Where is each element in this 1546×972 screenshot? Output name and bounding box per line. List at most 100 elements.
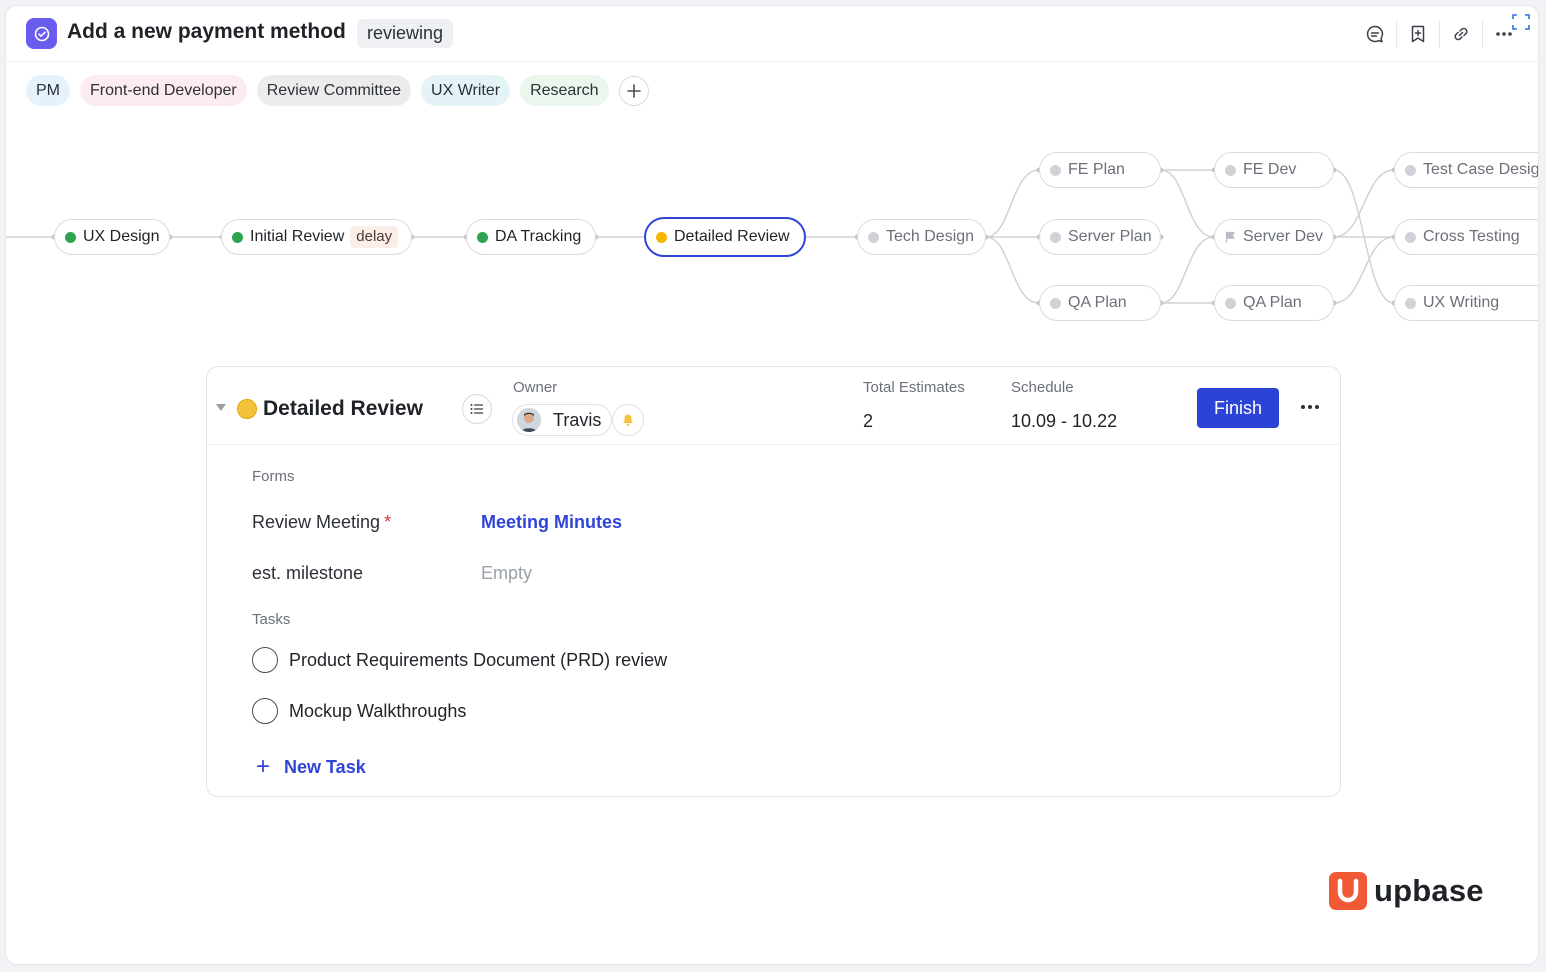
task-checkbox[interactable] bbox=[252, 698, 278, 724]
in-progress-status-dot bbox=[656, 231, 667, 243]
comment-icon[interactable] bbox=[1361, 20, 1389, 48]
header-bar: Add a new payment method reviewing bbox=[6, 6, 1538, 62]
upbase-logo: upbase bbox=[1329, 872, 1484, 910]
screenshot-icon[interactable] bbox=[1510, 11, 1532, 33]
pending-status-dot bbox=[1225, 164, 1236, 176]
divider bbox=[1482, 20, 1483, 48]
workflow-node-tech-design[interactable]: Tech Design bbox=[857, 219, 986, 255]
review-meeting-label: Review Meeting * bbox=[252, 512, 391, 533]
page-title: Add a new payment method bbox=[67, 20, 346, 43]
milestone-field[interactable]: Empty bbox=[481, 563, 532, 584]
node-label: UX Design bbox=[83, 228, 160, 245]
node-label: Server Dev bbox=[1243, 228, 1324, 245]
milestone-label: est. milestone bbox=[252, 563, 364, 583]
header-actions bbox=[1361, 20, 1518, 48]
schedule-value[interactable]: 10.09 - 10.22 bbox=[1011, 411, 1117, 432]
pending-status-dot bbox=[1225, 297, 1236, 309]
workflow-node-qa-plan[interactable]: QA Plan bbox=[1039, 285, 1161, 321]
task-item: Mockup Walkthroughs bbox=[252, 698, 466, 724]
pending-status-dot bbox=[1405, 297, 1416, 309]
stage-title: Detailed Review bbox=[263, 397, 423, 420]
divider bbox=[1396, 20, 1397, 48]
task-title[interactable]: Product Requirements Document (PRD) revi… bbox=[289, 650, 667, 671]
owner-label: Owner bbox=[513, 379, 558, 396]
owner-chip[interactable]: Travis bbox=[512, 404, 613, 436]
role-tag-pm[interactable]: PM bbox=[26, 75, 70, 106]
workflow-node-server-dev[interactable]: Server Dev bbox=[1214, 219, 1334, 255]
forms-section-label: Forms bbox=[252, 468, 295, 485]
workflow-node-server-plan[interactable]: Server Plan bbox=[1039, 219, 1161, 255]
task-title[interactable]: Mockup Walkthroughs bbox=[289, 701, 466, 722]
role-list: PM Front-end Developer Review Committee … bbox=[26, 75, 649, 106]
role-tag-ux-writer[interactable]: UX Writer bbox=[421, 75, 511, 106]
workflow-node-fe-dev[interactable]: FE Dev bbox=[1214, 152, 1334, 188]
card-header: Detailed Review Owner Travis Total Estim… bbox=[207, 367, 1340, 445]
avatar bbox=[517, 408, 541, 432]
workflow-node-ux-writing[interactable]: UX Writing bbox=[1394, 285, 1538, 321]
node-label: Tech Design bbox=[886, 228, 975, 245]
app-window: Add a new payment method reviewing PM Fr… bbox=[5, 5, 1539, 965]
done-status-dot bbox=[477, 231, 488, 243]
node-label: Cross Testing bbox=[1423, 228, 1520, 245]
node-label: Server Plan bbox=[1068, 228, 1152, 245]
role-tag-frontend[interactable]: Front-end Developer bbox=[80, 75, 247, 106]
workflow-node-initial-review[interactable]: Initial Review delay bbox=[221, 219, 412, 255]
status-badge[interactable]: reviewing bbox=[357, 19, 454, 48]
pending-status-dot bbox=[1050, 164, 1061, 176]
new-task-button[interactable]: + New Task bbox=[256, 755, 366, 779]
required-mark: * bbox=[384, 512, 392, 532]
workflow-node-detailed-review[interactable]: Detailed Review bbox=[644, 217, 806, 257]
node-label: FE Plan bbox=[1068, 161, 1125, 178]
task-checkbox[interactable] bbox=[252, 647, 278, 673]
tasks-section-label: Tasks bbox=[252, 611, 291, 628]
divider bbox=[1439, 20, 1440, 48]
link-icon[interactable] bbox=[1447, 20, 1475, 48]
pending-status-dot bbox=[1050, 297, 1061, 309]
node-label: QA Plan bbox=[1068, 294, 1127, 311]
estimates-label: Total Estimates bbox=[863, 379, 965, 396]
bookmark-icon[interactable] bbox=[1404, 20, 1432, 48]
node-label: Detailed Review bbox=[674, 228, 790, 245]
done-status-dot bbox=[232, 231, 243, 243]
role-tag-review-committee[interactable]: Review Committee bbox=[256, 75, 412, 106]
role-tag-research[interactable]: Research bbox=[520, 75, 609, 106]
notify-button[interactable] bbox=[612, 404, 644, 436]
list-icon bbox=[470, 404, 484, 414]
workflow-node-cross-testing[interactable]: Cross Testing bbox=[1394, 219, 1538, 255]
pending-status-dot bbox=[1405, 164, 1416, 176]
delay-tag: delay bbox=[350, 226, 399, 248]
meeting-minutes-link[interactable]: Meeting Minutes bbox=[481, 512, 622, 533]
plus-icon: + bbox=[256, 753, 271, 780]
flag-icon bbox=[1225, 231, 1236, 243]
node-label: QA Plan bbox=[1243, 294, 1302, 311]
workflow-node-ux-design[interactable]: UX Design bbox=[54, 219, 170, 255]
node-label: UX Writing bbox=[1423, 294, 1500, 311]
stage-detail-card: Detailed Review Owner Travis Total Estim… bbox=[206, 366, 1341, 797]
schedule-label: Schedule bbox=[1011, 379, 1074, 396]
card-more-icon[interactable] bbox=[1295, 397, 1325, 417]
workflow-node-test-case-design[interactable]: Test Case Desig bbox=[1394, 152, 1539, 188]
node-label: Initial Review bbox=[250, 228, 345, 245]
node-label: Test Case Desig bbox=[1423, 161, 1539, 178]
workflow-node-fe-plan[interactable]: FE Plan bbox=[1039, 152, 1161, 188]
pending-status-dot bbox=[1405, 231, 1416, 243]
new-task-label: New Task bbox=[284, 756, 366, 777]
in-progress-status-icon bbox=[237, 399, 257, 419]
estimates-value[interactable]: 2 bbox=[863, 411, 873, 432]
finish-button[interactable]: Finish bbox=[1197, 388, 1279, 428]
upbase-logo-mark bbox=[1329, 872, 1367, 910]
pending-status-dot bbox=[1050, 231, 1061, 243]
node-label: FE Dev bbox=[1243, 161, 1297, 178]
add-role-button[interactable] bbox=[618, 75, 649, 106]
node-label: DA Tracking bbox=[495, 228, 582, 245]
collapse-caret-icon[interactable] bbox=[216, 404, 226, 411]
workflow-node-qa-plan-2[interactable]: QA Plan bbox=[1214, 285, 1334, 321]
pending-status-dot bbox=[868, 231, 879, 243]
plus-icon bbox=[626, 83, 641, 98]
brand-name: upbase bbox=[1374, 873, 1484, 908]
task-item: Product Requirements Document (PRD) revi… bbox=[252, 647, 667, 673]
check-circle-icon bbox=[26, 18, 57, 49]
owner-name: Travis bbox=[553, 409, 602, 430]
list-view-button[interactable] bbox=[462, 394, 492, 424]
workflow-node-da-tracking[interactable]: DA Tracking bbox=[466, 219, 596, 255]
